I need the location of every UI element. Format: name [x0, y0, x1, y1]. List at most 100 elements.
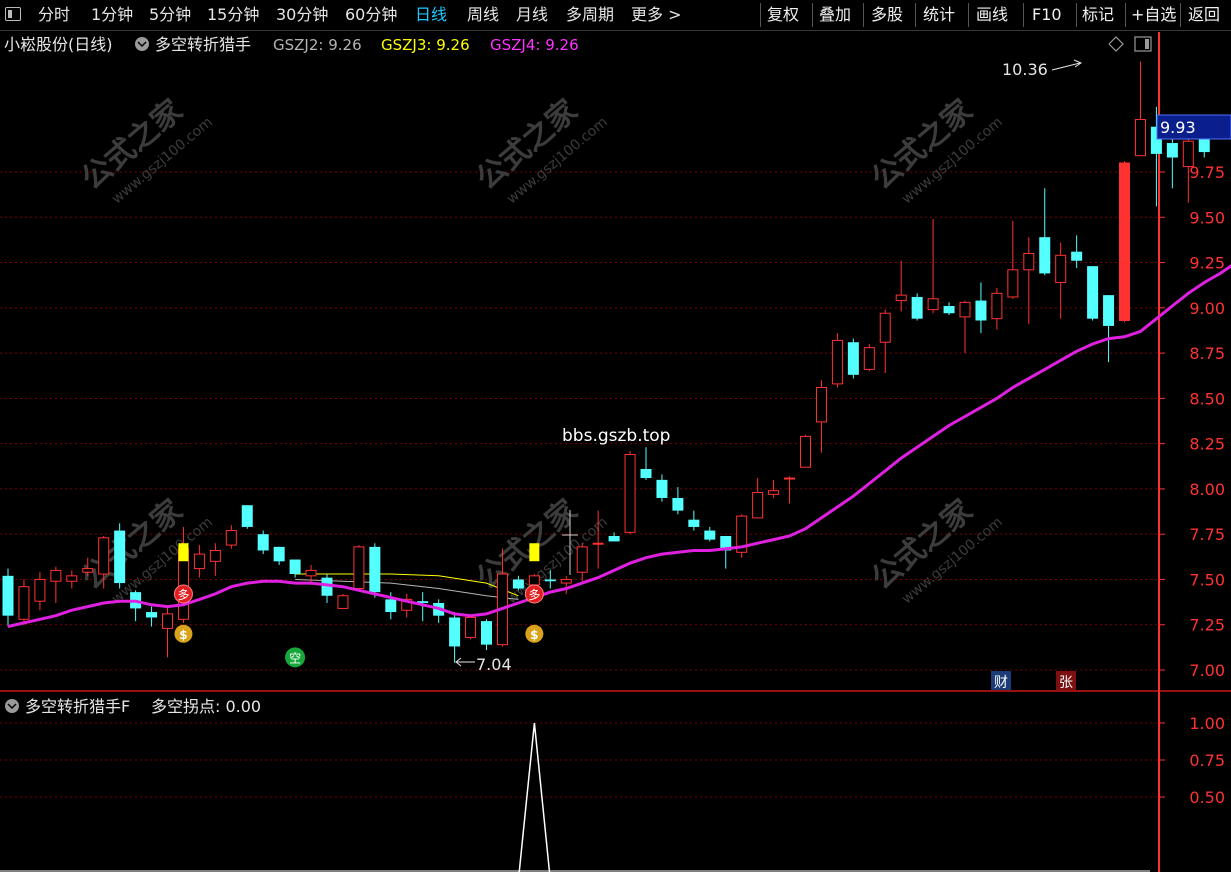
candle-body [193, 553, 205, 570]
candle-body [959, 301, 971, 318]
candle-body [289, 559, 301, 575]
candle-body [1007, 269, 1019, 298]
signal-duo-label: 多 [177, 588, 189, 602]
candle-body [481, 621, 492, 645]
watermark: 公式之家www.gszj100.com [75, 93, 216, 207]
candle-body [704, 530, 716, 540]
diamond-icon [1108, 36, 1124, 52]
candle-body [162, 613, 173, 629]
candle-body [975, 300, 987, 321]
candle-body-limit-up [1119, 162, 1130, 321]
candle-body [273, 546, 285, 562]
legend-item-1: GSZJ3: 9.26 [381, 36, 470, 54]
y-tick-label: 8.00 [1189, 480, 1225, 499]
candle-body [831, 339, 843, 385]
candle-body [991, 292, 1003, 320]
candle-body [34, 578, 46, 602]
watermark: 公式之家www.gszj100.com [470, 93, 611, 207]
legend-item-2: GSZJ4: 9.26 [490, 36, 579, 54]
candle-body [2, 575, 14, 616]
candle-body [114, 530, 126, 584]
money-bag-symbol: $ [179, 628, 187, 642]
candle-body [1039, 237, 1051, 274]
dropdown-icon [135, 37, 149, 51]
candle-body [241, 505, 253, 527]
current-price-label: 9.93 [1160, 118, 1196, 137]
candle-body [768, 490, 780, 495]
candle-body [1198, 139, 1210, 153]
candle-body [1087, 266, 1099, 319]
signal-duo-label: 多 [528, 588, 540, 602]
badge-cai-label: 财 [994, 675, 1008, 691]
y-tick-label: 0.75 [1189, 751, 1225, 770]
candle-body [1182, 140, 1194, 168]
candle-body [752, 492, 764, 519]
indicator-name: 多空转折猎手 [155, 35, 251, 54]
yellow-signal-mark [529, 543, 540, 562]
candle-body [465, 616, 477, 638]
candle-body [815, 386, 827, 423]
candle-body [82, 568, 94, 573]
candle-body [608, 535, 620, 542]
badge-zhang-label: 张 [1059, 675, 1073, 691]
candle-body [146, 612, 158, 618]
candle-body [449, 617, 461, 647]
candle-body [18, 586, 30, 620]
y-tick-label: 7.25 [1189, 616, 1225, 635]
candle-body [624, 454, 636, 533]
signal-kong-label: 空 [289, 651, 301, 665]
candle-body [66, 575, 78, 582]
candle-body [544, 579, 556, 582]
candle-body [1055, 254, 1067, 283]
candle-body [895, 294, 907, 302]
y-tick-label: 9.00 [1189, 299, 1225, 318]
money-bag-symbol: $ [530, 628, 538, 642]
candle-body [911, 296, 923, 319]
candle-body [1071, 251, 1083, 261]
candle-body [385, 599, 397, 613]
candle-body [847, 342, 859, 375]
candle-body [225, 530, 237, 546]
panel-layout-icon-part [1145, 39, 1149, 49]
legend-item-0: GSZJ2: 9.26 [273, 36, 362, 54]
candle-body [528, 575, 540, 586]
candle-body [1166, 143, 1178, 158]
candle-body [257, 534, 269, 551]
candle-body [209, 549, 221, 562]
candle-body [353, 546, 365, 590]
y-tick-label: 8.50 [1189, 389, 1225, 408]
y-tick-label: 9.50 [1189, 208, 1225, 227]
sub-indicator-value: 多空拐点: 0.00 [151, 697, 261, 716]
candle-body [98, 537, 110, 575]
candle-body [50, 569, 62, 582]
candle-body [943, 306, 955, 314]
candle-body [784, 477, 796, 480]
dropdown-icon [5, 699, 19, 713]
candle-body [879, 312, 891, 343]
y-tick-label: 1.00 [1189, 714, 1225, 733]
y-tick-label: 8.75 [1189, 344, 1225, 363]
candle-body [337, 595, 349, 609]
candle-body [656, 479, 668, 498]
y-tick-label: 0.50 [1189, 788, 1225, 807]
watermark: 公式之家www.gszj100.com [865, 93, 1006, 207]
high-price-label: 10.36 [1002, 60, 1048, 79]
site-watermark: bbs.gszb.top [562, 426, 670, 446]
candle-body [512, 579, 524, 589]
candle-body [1023, 252, 1035, 271]
y-tick-label: 7.50 [1189, 570, 1225, 589]
watermark: 公式之家www.gszj100.com [75, 493, 216, 607]
y-tick-label: 9.75 [1189, 163, 1225, 182]
candle-body [576, 546, 588, 573]
yellow-signal-mark [178, 543, 189, 562]
y-tick-label: 7.00 [1189, 661, 1225, 680]
low-price-label: 7.04 [476, 655, 512, 674]
candle-body [640, 468, 652, 479]
chart-area[interactable]: 7.00 7.25 7.50 7.75 8.00 8.25 8.50 8.75 9.00 9.25… [0, 0, 1231, 872]
y-tick-label: 8.25 [1189, 435, 1225, 454]
candle-body [800, 435, 811, 468]
candle-body [560, 578, 572, 584]
candle-body [672, 497, 684, 511]
sub-indicator-title: 多空转折猎手F [25, 697, 130, 716]
stock-title: 小崧股份(日线) [4, 35, 113, 54]
